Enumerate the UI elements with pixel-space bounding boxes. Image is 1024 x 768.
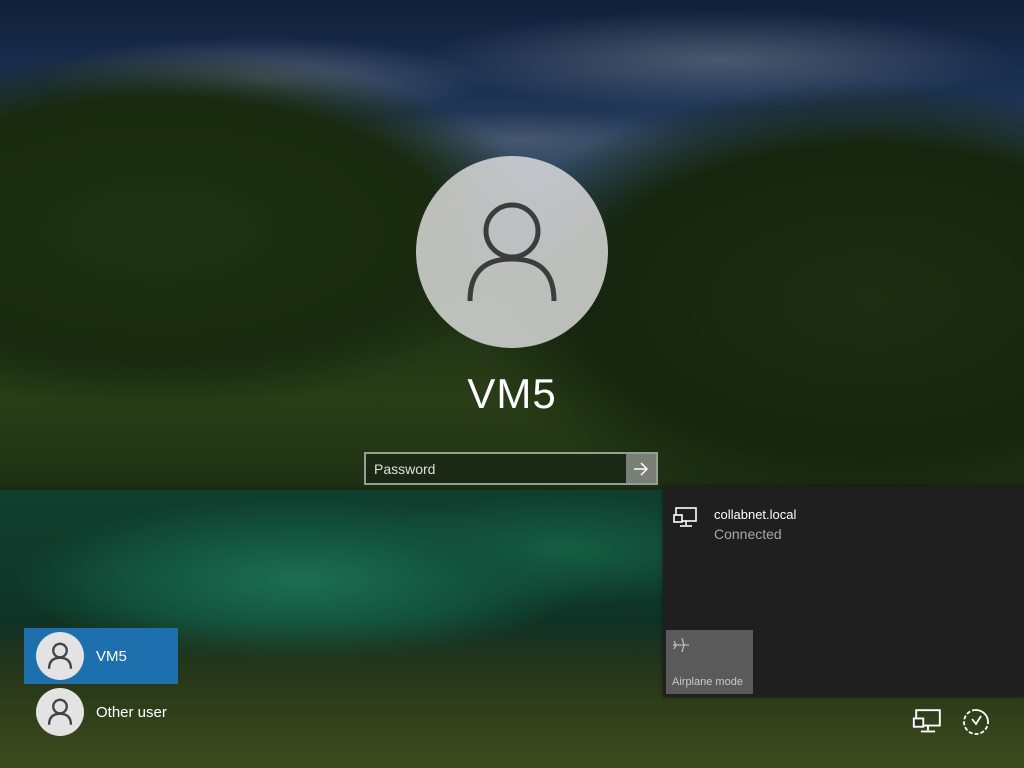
user-silhouette-icon	[47, 642, 73, 669]
ease-of-access-icon	[963, 709, 989, 735]
network-status: Connected	[714, 526, 782, 542]
ethernet-network-icon	[912, 709, 941, 733]
arrow-right-icon	[634, 461, 649, 476]
lock-screen: VM5 VM5 Other user collabnet.local Conne…	[0, 0, 1024, 768]
user-item-vm5[interactable]: VM5	[24, 628, 178, 684]
submit-button[interactable]	[626, 454, 656, 483]
login-username: VM5	[467, 370, 557, 417]
network-flyout: collabnet.local Connected Airplane mode	[663, 487, 1024, 697]
network-button[interactable]	[910, 704, 946, 740]
airplane-mode-label: Airplane mode	[672, 676, 743, 688]
password-box	[364, 452, 658, 485]
user-item-other-user[interactable]: Other user	[24, 684, 178, 740]
user-silhouette-icon	[47, 698, 73, 725]
avatar	[36, 632, 84, 680]
user-name: Other user	[96, 703, 167, 721]
user-avatar-large	[416, 156, 608, 348]
user-silhouette-icon	[467, 202, 557, 302]
avatar	[36, 688, 84, 736]
airplane-icon	[673, 637, 689, 653]
user-name: VM5	[96, 647, 127, 665]
ethernet-network-icon	[673, 507, 697, 527]
ease-of-access-button[interactable]	[958, 704, 994, 740]
network-item-collabnet[interactable]: collabnet.local Connected	[673, 503, 1003, 547]
network-name: collabnet.local	[714, 507, 797, 522]
airplane-mode-toggle[interactable]: Airplane mode	[666, 630, 753, 694]
password-input[interactable]	[366, 454, 626, 483]
